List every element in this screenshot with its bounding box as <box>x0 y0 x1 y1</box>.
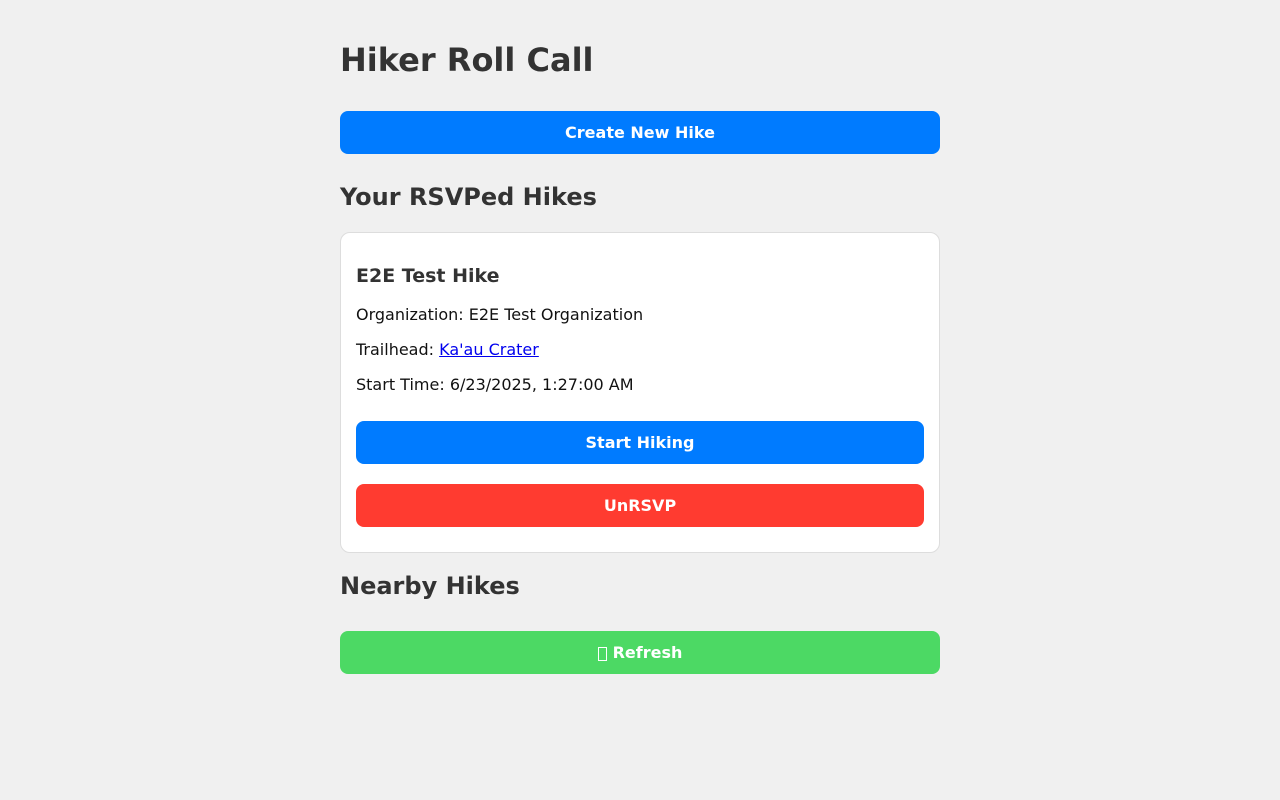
hike-trailhead: Trailhead: Ka'au Crater <box>356 339 539 361</box>
hike-card: E2E Test Hike Organization: E2E Test Org… <box>340 232 940 553</box>
create-new-hike-button[interactable]: Create New Hike <box>340 111 940 154</box>
unrsvp-button[interactable]: UnRSVP <box>356 484 924 527</box>
trailhead-label: Trailhead: <box>356 340 440 359</box>
refresh-button[interactable]: Refresh <box>340 631 940 674</box>
hike-start-time: Start Time: 6/23/2025, 1:27:00 AM <box>356 374 634 396</box>
unrsvp-label: UnRSVP <box>603 496 677 515</box>
hike-name: E2E Test Hike <box>356 265 500 287</box>
refresh-label: Refresh <box>612 643 683 662</box>
rsvped-hikes-heading: Your RSVPed Hikes <box>340 183 597 211</box>
hike-organization: Organization: E2E Test Organization <box>356 304 643 326</box>
start-time-value: 6/23/2025, 1:27:00 AM <box>449 375 634 394</box>
trailhead-link[interactable]: Ka'au Crater <box>439 340 539 359</box>
organization-value: E2E Test Organization <box>468 305 644 324</box>
page-title: Hiker Roll Call <box>340 41 594 79</box>
nearby-hikes-heading: Nearby Hikes <box>340 572 520 600</box>
refresh-icon <box>597 646 607 661</box>
create-new-hike-label: Create New Hike <box>565 123 715 142</box>
start-time-label: Start Time: <box>356 375 450 394</box>
organization-label: Organization: <box>356 305 469 324</box>
start-hiking-button[interactable]: Start Hiking <box>356 421 924 464</box>
start-hiking-label: Start Hiking <box>585 433 695 452</box>
